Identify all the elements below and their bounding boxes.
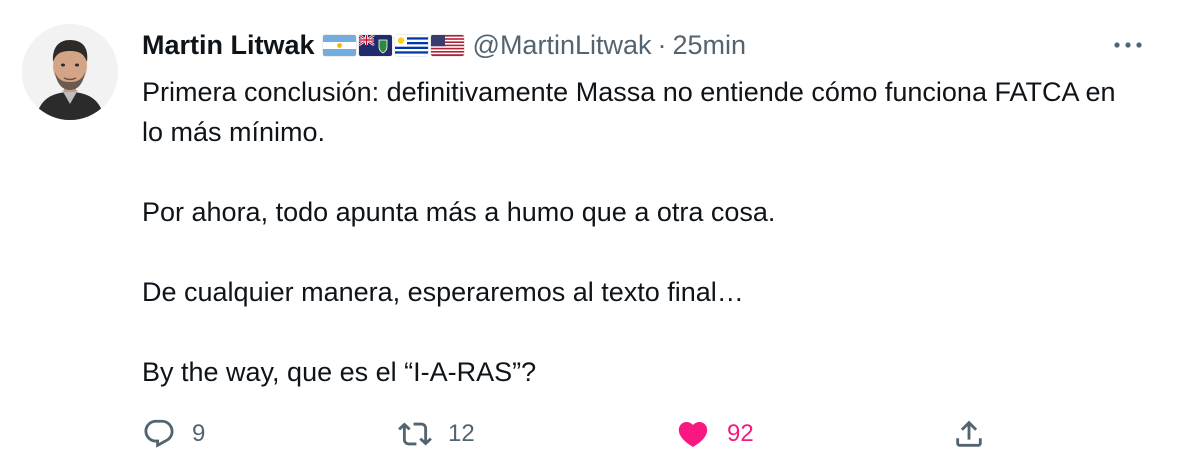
united-states-flag-icon xyxy=(430,34,464,56)
british-virgin-islands-flag-icon xyxy=(358,34,392,56)
more-options-button[interactable] xyxy=(1108,30,1148,60)
argentina-flag-icon xyxy=(322,34,356,56)
tweet-header: Martin Litwak @MartinLitwak · 25min xyxy=(142,28,746,62)
tweet-paragraph: Primera conclusión: definitivamente Mass… xyxy=(142,77,1116,147)
avatar[interactable] xyxy=(22,24,118,120)
tweet: Martin Litwak @MartinLitwak · 25min Prim… xyxy=(0,0,1182,470)
tweet-paragraph: By the way, que es el “I-A-RAS”? xyxy=(142,357,537,387)
heart-icon xyxy=(675,417,711,451)
retweet-icon xyxy=(398,417,432,451)
separator-dot: · xyxy=(657,29,667,60)
retweet-button[interactable]: 12 xyxy=(398,412,475,456)
tweet-paragraph: De cualquier manera, esperaremos al text… xyxy=(142,277,744,307)
share-icon xyxy=(952,417,986,451)
more-icon xyxy=(1114,42,1142,48)
reply-icon xyxy=(142,417,176,451)
retweet-count: 12 xyxy=(448,420,475,447)
flag-emojis xyxy=(322,34,467,56)
share-button[interactable] xyxy=(952,412,986,456)
like-button[interactable]: 92 xyxy=(675,412,754,456)
tweet-paragraph: Por ahora, todo apunta más a humo que a … xyxy=(142,197,776,227)
tweet-text: Primera conclusión: definitivamente Mass… xyxy=(142,72,1142,392)
uruguay-flag-icon xyxy=(394,34,428,56)
like-count: 92 xyxy=(727,420,754,447)
reply-button[interactable]: 9 xyxy=(142,412,205,456)
tweet-actions: 9 12 92 xyxy=(142,412,1152,456)
user-handle[interactable]: @MartinLitwak xyxy=(473,30,652,61)
timestamp[interactable]: 25min xyxy=(673,30,747,61)
reply-count: 9 xyxy=(192,420,206,447)
user-name[interactable]: Martin Litwak xyxy=(142,30,315,61)
